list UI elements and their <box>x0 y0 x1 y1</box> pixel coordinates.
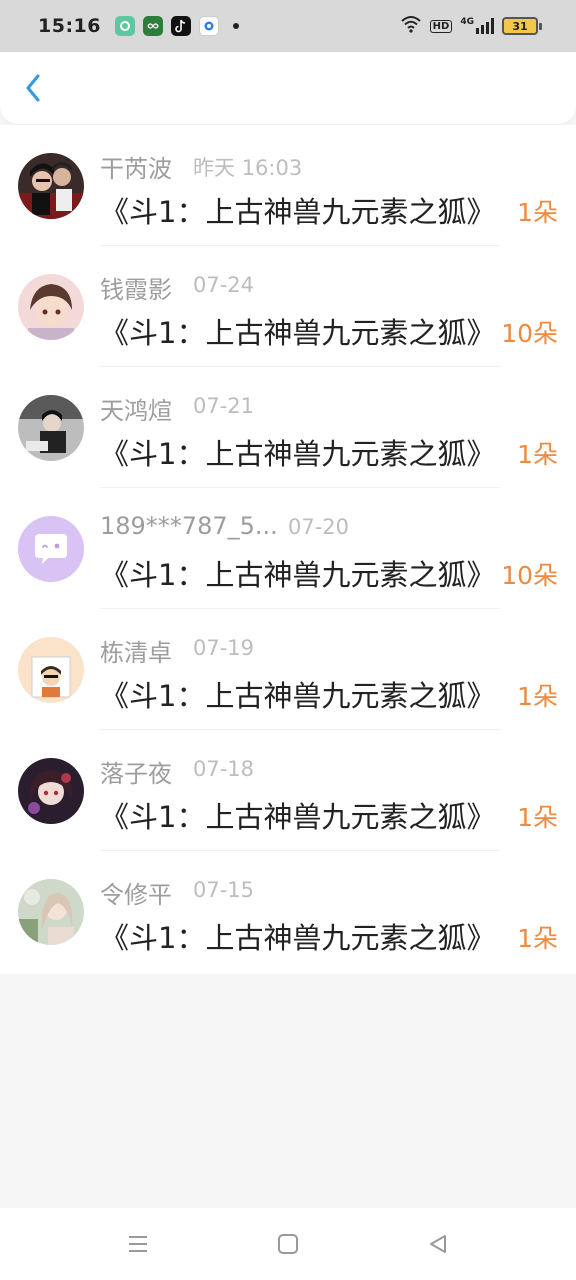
book-title: 《斗1：上古神兽九元素之狐》 <box>100 558 496 592</box>
sender-name: 令修平 <box>100 881 172 909</box>
book-title: 《斗1：上古神兽九元素之狐》 <box>100 195 496 229</box>
app-icon-tiktok <box>170 16 191 36</box>
status-right-group: HD 4G 31 <box>400 15 542 37</box>
page-header <box>0 52 576 124</box>
sender-name: 189***787_5... <box>100 512 278 540</box>
avatar[interactable] <box>18 395 84 461</box>
status-app-icons <box>114 16 239 36</box>
gift-date: 07-15 <box>193 878 255 902</box>
avatar[interactable] <box>18 758 84 824</box>
list-item[interactable]: 天鸿煊 07-21 《斗1：上古神兽九元素之狐》 1朵 <box>0 367 576 488</box>
app-icon-green-circle <box>114 16 135 36</box>
status-bar: 15:16 HD 4G 31 <box>0 0 576 52</box>
system-nav-bar <box>0 1208 576 1280</box>
gift-date: 07-19 <box>193 636 255 660</box>
chat-bubble-icon <box>18 516 84 582</box>
list-item[interactable]: 令修平 07-15 《斗1：上古神兽九元素之狐》 1朵 <box>0 851 576 972</box>
nav-back-button[interactable] <box>418 1224 458 1264</box>
gift-date: 07-21 <box>193 394 255 418</box>
gift-amount: 10朵 <box>501 319 558 348</box>
gift-date: 07-20 <box>288 515 350 539</box>
app-icon-blue-circle <box>198 16 219 36</box>
gift-date: 07-24 <box>193 273 255 297</box>
book-title: 《斗1：上古神兽九元素之狐》 <box>100 800 496 834</box>
book-title: 《斗1：上古神兽九元素之狐》 <box>100 437 496 471</box>
book-title: 《斗1：上古神兽九元素之狐》 <box>100 921 496 955</box>
battery-indicator: 31 <box>502 17 542 35</box>
sender-name: 落子夜 <box>100 760 172 788</box>
gift-amount: 1朵 <box>517 803 558 832</box>
network-label: 4G <box>460 17 474 27</box>
gift-amount: 1朵 <box>517 440 558 469</box>
gift-record-list: 干芮波 昨天 16:03 《斗1：上古神兽九元素之狐》 1朵 钱霞影 07-24… <box>0 125 576 974</box>
gift-amount: 1朵 <box>517 682 558 711</box>
book-title: 《斗1：上古神兽九元素之狐》 <box>100 316 496 350</box>
sender-name: 干芮波 <box>100 155 172 183</box>
gift-amount: 1朵 <box>517 924 558 953</box>
wifi-icon <box>400 15 422 37</box>
avatar[interactable] <box>18 153 84 219</box>
default-avatar[interactable] <box>18 516 84 582</box>
sender-name: 钱霞影 <box>100 276 172 304</box>
list-item[interactable]: 栋清卓 07-19 《斗1：上古神兽九元素之狐》 1朵 <box>0 609 576 730</box>
list-item[interactable]: 落子夜 07-18 《斗1：上古神兽九元素之狐》 1朵 <box>0 730 576 851</box>
chevron-left-icon <box>26 74 40 102</box>
list-item[interactable]: 189***787_5... 07-20 《斗1：上古神兽九元素之狐》 10朵 <box>0 488 576 609</box>
nav-home-button[interactable] <box>268 1224 308 1264</box>
avatar[interactable] <box>18 274 84 340</box>
app-icon-infinity <box>142 16 163 36</box>
avatar[interactable] <box>18 637 84 703</box>
gift-date: 07-18 <box>193 757 255 781</box>
notification-dot <box>232 23 239 29</box>
book-title: 《斗1：上古神兽九元素之狐》 <box>100 679 496 713</box>
list-item[interactable]: 钱霞影 07-24 《斗1：上古神兽九元素之狐》 10朵 <box>0 246 576 367</box>
back-triangle-icon <box>430 1235 446 1253</box>
back-button[interactable] <box>14 68 54 108</box>
hd-badge: HD <box>429 19 453 33</box>
avatar[interactable] <box>18 879 84 945</box>
status-time: 15:16 <box>38 15 101 37</box>
gift-amount: 10朵 <box>501 561 558 590</box>
gift-amount: 1朵 <box>517 198 558 227</box>
sender-name: 栋清卓 <box>100 639 172 667</box>
list-item[interactable]: 干芮波 昨天 16:03 《斗1：上古神兽九元素之狐》 1朵 <box>0 125 576 246</box>
home-square-icon <box>278 1234 298 1254</box>
menu-icon <box>129 1236 147 1252</box>
gift-date: 昨天 16:03 <box>193 156 303 180</box>
signal-icon: 4G <box>460 18 494 34</box>
nav-menu-button[interactable] <box>118 1224 158 1264</box>
sender-name: 天鸿煊 <box>100 397 172 425</box>
